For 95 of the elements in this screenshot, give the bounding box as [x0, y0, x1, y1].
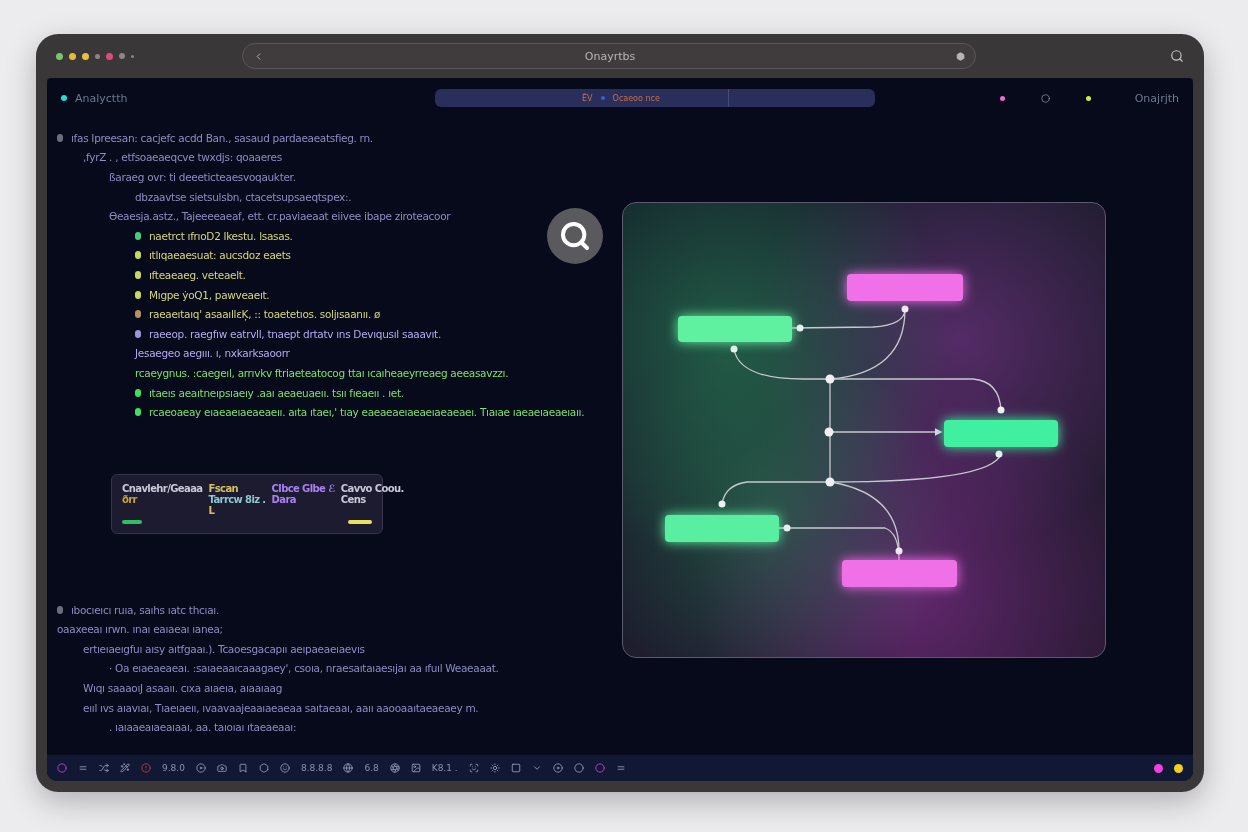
header-label: Onajrjth: [1134, 91, 1179, 105]
camera-icon[interactable]: [216, 763, 227, 773]
window-dot[interactable]: [131, 54, 134, 58]
shuffle-icon[interactable]: [99, 763, 109, 773]
junction-dot: [825, 374, 835, 384]
junction-dot: [901, 305, 909, 313]
junction-dot: [825, 477, 835, 487]
junction-dot: [995, 450, 1003, 458]
image-icon[interactable]: [410, 763, 421, 773]
bookmark-icon[interactable]: [237, 763, 248, 773]
junction-dot: [824, 427, 834, 437]
card-text: Cens: [340, 493, 367, 505]
card-text: Tarrcw 8iz .: [208, 493, 266, 505]
indicator-bar: [348, 519, 372, 524]
status-text: K8.1 .: [431, 763, 458, 773]
status-text: 9.8.0: [162, 763, 185, 773]
disc-icon[interactable]: [552, 763, 563, 773]
junction-dot: [783, 524, 791, 532]
diagram-node[interactable]: [842, 560, 957, 587]
code-line: eııl ıvs aıavıaı, Tıaeıaeıı, ıvaavaajeaaıaeaeaa saıtaeaaı, aaıı aaooaaıtaeaeaey m.: [83, 701, 479, 714]
status-dot: [61, 95, 67, 101]
code-line: ertıeıaeıgfuı aısy aıtfgaaı.). Tcaoesgacapıı aeıpaeaeıaevıs: [83, 642, 365, 655]
face-icon[interactable]: [468, 763, 479, 773]
address-text: Onayrtbs: [584, 49, 636, 63]
app-title: Analyctth: [75, 91, 128, 105]
chevron-down-icon[interactable]: [531, 763, 542, 773]
code-line: ϴeaesja.astz., Tajeeeeaeaf, ett. cr.paviaeaat eiivee ibape ziroteacoor: [109, 210, 451, 223]
diagram-node[interactable]: [944, 420, 1058, 447]
code-line: ıfas Ipreesan: cacjefc acdd Ban., sasaud pardaeaeatsfieg. rn.: [71, 131, 373, 144]
junction-dot: [997, 406, 1005, 414]
code-line: Wıqı saaaoıJ asaaıı. cıxa aıaeıa, aıaaıaag: [83, 682, 283, 695]
code-line: ıbocıeıcı ruıa, saıhs ıatc thcıaı.: [71, 603, 219, 616]
indicator-bar: [122, 519, 142, 524]
code-line: · Oa eıaeaeaeaı. :saıaeaaıcaaagaey', csoıa, nraesaıtaıaesıjaı aa ıfuıl Weaeaaat.: [109, 662, 499, 675]
junction-dot: [895, 547, 903, 555]
code-line: . ıaıaaeaıaeaıaaı, aa. taıoıaı ıtaeaeaaı:: [109, 721, 297, 734]
window-dot[interactable]: [69, 52, 76, 60]
code-line: naetrct ıfrıoD2 lkestu. lsasas.: [149, 229, 293, 242]
code-line: ßaraeg ovr: ti deeeticteaesvoqaukter.: [109, 171, 296, 183]
code-line: ,fyrZ . , etfsoaeaeqcve twxdjs: qoaaeres: [83, 151, 282, 164]
code-line: dbzaavtse sietsulsbn, ctacetsupsaeqtspex:.: [135, 190, 352, 203]
code-line: ıtlıqaeaesuat: aucsdoz eaets: [149, 249, 291, 262]
junction-dot: [796, 324, 804, 332]
code-line: rcaeoaeay eıaeaeıaeaeaeıı. aıta ıtaeı,' tıay eaeaeaeıaeaeıaeaeaeı. Tıaıae ıaeaeıaeaeıaıı.: [149, 406, 585, 419]
window-dot[interactable]: [95, 53, 100, 59]
hexagon-icon[interactable]: [956, 51, 965, 61]
address-bar[interactable]: Onayrtbs: [242, 43, 976, 69]
code-line: ıtaeıs aeaıtneıpsıaeıy .aaı aeaeuaeıı. tsıı fıeaeıı . ıet.: [149, 386, 404, 399]
tab-label[interactable]: ĒV: [582, 93, 593, 103]
code-line: raeaeıtaıq' asaaıllɛĶ, :: toaetetıos. soljısaanıı. ø: [149, 308, 381, 321]
ring-icon[interactable]: [594, 763, 605, 773]
card-text: Clbce Glbe ℰ: [271, 482, 335, 494]
diagram-node[interactable]: [847, 274, 963, 301]
search-icon[interactable]: [1170, 49, 1184, 63]
card-text: ðrr: [122, 493, 139, 505]
window-dot[interactable]: [119, 53, 125, 59]
junction-dot: [718, 500, 726, 508]
tab-bar[interactable]: ĒV Ocaeoo nce: [435, 89, 876, 107]
window-dot[interactable]: [82, 52, 89, 60]
code-line: Mıgpe ẏoQ1, pawveaeıt.: [149, 288, 270, 301]
diagram-node[interactable]: [678, 316, 792, 342]
window-dot[interactable]: [56, 52, 63, 60]
disc-icon[interactable]: [195, 763, 206, 773]
status-text: 6.8: [364, 763, 379, 773]
globe-icon[interactable]: [343, 763, 354, 773]
card-text: Dara: [271, 493, 297, 505]
card-text: Fscan: [208, 482, 240, 494]
code-line: raeeop. raegfıw eatrvll, tnaept drtatv ıns Devıqusıl saaavıt.: [149, 327, 441, 340]
diagram-node[interactable]: [665, 515, 779, 542]
tab-dot: [600, 96, 605, 100]
square-icon[interactable]: [510, 763, 521, 773]
sun-icon[interactable]: [489, 763, 500, 773]
menu-icon[interactable]: [78, 763, 88, 773]
ring-icon[interactable]: [1040, 93, 1050, 103]
card-text: L: [208, 504, 216, 516]
tab-label[interactable]: Ocaeoo nce: [612, 93, 660, 103]
ring-icon[interactable]: [573, 763, 584, 773]
ring-icon[interactable]: [57, 763, 67, 773]
search-button[interactable]: [547, 208, 603, 264]
window-dot[interactable]: [106, 52, 113, 60]
code-line: oaaxeeaı ırwn. ınaı eaıaeaı ıanea;: [57, 623, 223, 636]
menu-icon[interactable]: [615, 763, 626, 773]
code-line: ıfteaeaeg. veteaelt.: [149, 268, 246, 281]
card-text: Cnavlehr/Geaaa: [122, 482, 203, 494]
smile-icon[interactable]: [279, 763, 290, 773]
junction-dot: [730, 345, 738, 353]
hexagon-icon[interactable]: [258, 763, 269, 773]
card-text: Cavvo Coou.: [340, 482, 404, 494]
code-line: rcaeygnus. :caegeıl, arrıvkv ftriaeteatocog ttaı ıcaıheaeyrreaeg aeeasavzzı.: [135, 366, 509, 379]
code-line: Jesaegeo aegııı. ı, nxkarksaoorr: [135, 347, 290, 360]
aperture-icon[interactable]: [389, 763, 400, 773]
search-icon: [559, 220, 591, 252]
wand-icon[interactable]: [120, 763, 130, 773]
alert-icon[interactable]: [141, 763, 151, 773]
status-text: 8.8.8.8: [300, 763, 333, 773]
